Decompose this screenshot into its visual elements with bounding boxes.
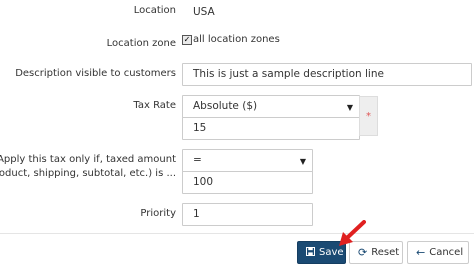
priority-input[interactable]: 1	[182, 203, 313, 226]
arrow-left-icon: ←	[416, 245, 426, 259]
footer-divider	[0, 233, 474, 234]
all-location-zones-option[interactable]: ✓ all location zones	[182, 34, 280, 46]
tax-rate-type-value: Absolute ($)	[193, 100, 258, 112]
tax-rate-label: Tax Rate	[133, 100, 176, 111]
floppy-disk-icon	[305, 246, 316, 259]
refresh-icon: ⟳	[358, 245, 368, 259]
description-label: Description visible to customers	[15, 68, 176, 79]
condition-operator-value: =	[193, 154, 202, 166]
all-location-zones-label: all location zones	[193, 34, 280, 45]
tax-rate-amount-input[interactable]: 15	[182, 117, 360, 140]
reset-button-label: Reset	[371, 247, 400, 258]
cancel-button[interactable]: ← Cancel	[407, 241, 469, 264]
save-button-label: Save	[319, 247, 344, 258]
condition-label-line1: Apply this tax only if, taxed amount	[0, 154, 176, 165]
location-zone-label: Location zone	[106, 38, 176, 49]
required-marker: *	[359, 96, 378, 136]
condition-label-line2: (product, shipping, subtotal, etc.) is .…	[0, 168, 176, 179]
tax-rate-type-select[interactable]: Absolute ($) ▼	[182, 95, 360, 118]
location-value: USA	[182, 1, 462, 24]
cancel-button-label: Cancel	[429, 247, 464, 258]
condition-amount-input[interactable]: 100	[182, 171, 313, 194]
caret-down-icon: ▼	[346, 103, 353, 112]
description-input[interactable]: This is just a sample description line	[182, 63, 472, 86]
caret-down-icon: ▼	[299, 157, 306, 166]
red-arrow-icon	[339, 220, 366, 246]
condition-operator-select[interactable]: = ▼	[182, 149, 313, 172]
all-location-zones-checkbox[interactable]: ✓	[182, 35, 192, 45]
location-label: Location	[133, 5, 176, 16]
priority-label: Priority	[140, 208, 176, 219]
